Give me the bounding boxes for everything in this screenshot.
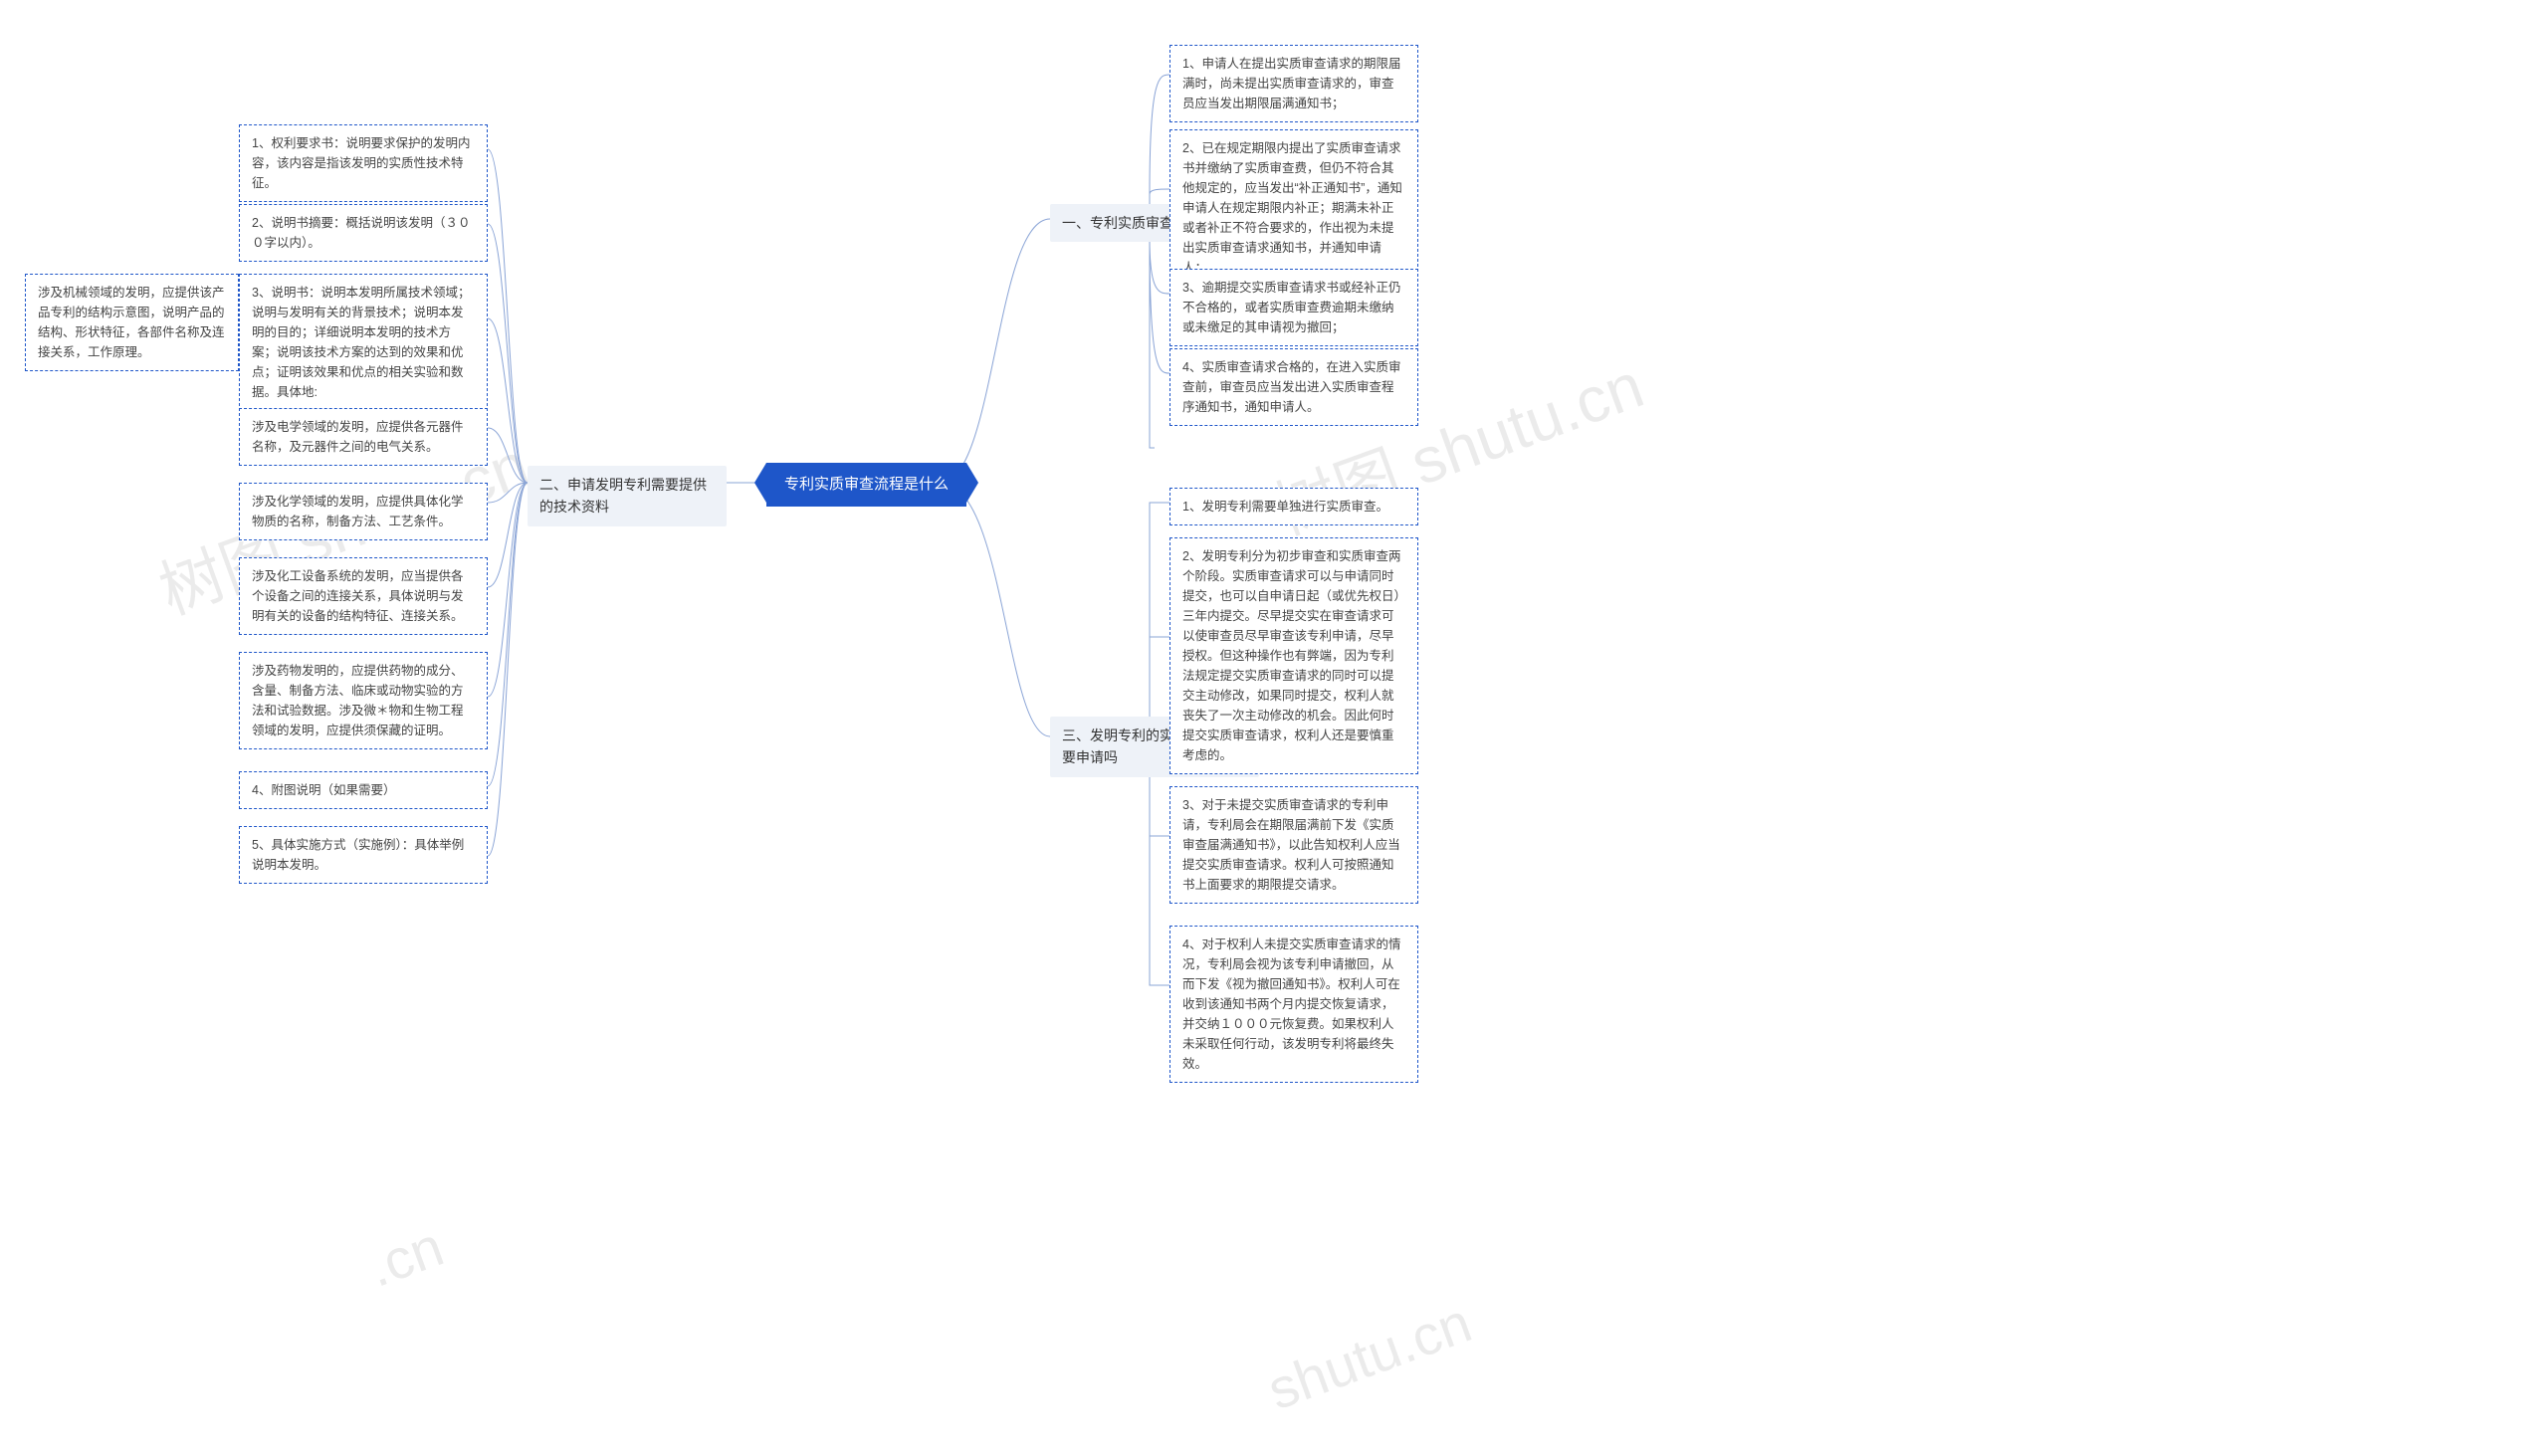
- leaf-text: 4、对于权利人未提交实质审查请求的情况，专利局会视为该专利申请撤回，从而下发《视…: [1182, 937, 1400, 1071]
- leaf-text: 涉及化工设备系统的发明，应当提供各个设备之间的连接关系，具体说明与发明有关的设备…: [252, 569, 464, 623]
- leaf-b2-3[interactable]: 3、说明书：说明本发明所属技术领域；说明与发明有关的背景技术；说明本发明的目的；…: [239, 274, 488, 411]
- leaf-b2-3a[interactable]: 涉及机械领域的发明，应提供该产品专利的结构示意图，说明产品的结构、形状特征，各部…: [25, 274, 239, 371]
- leaf-text: 涉及电学领域的发明，应提供各元器件名称，及元器件之间的电气关系。: [252, 420, 464, 454]
- leaf-text: 3、对于未提交实质审查请求的专利申请，专利局会在期限届满前下发《实质审查届满通知…: [1182, 798, 1400, 892]
- leaf-text: 1、申请人在提出实质审查请求的期限届满时，尚未提出实质审查请求的，审查员应当发出…: [1182, 57, 1400, 110]
- leaf-text: 涉及机械领域的发明，应提供该产品专利的结构示意图，说明产品的结构、形状特征，各部…: [38, 286, 225, 359]
- leaf-b1-4[interactable]: 4、实质审查请求合格的，在进入实质审查前，审查员应当发出进入实质审查程序通知书，…: [1169, 348, 1418, 426]
- leaf-b1-1[interactable]: 1、申请人在提出实质审查请求的期限届满时，尚未提出实质审查请求的，审查员应当发出…: [1169, 45, 1418, 122]
- leaf-b3-3[interactable]: 3、对于未提交实质审查请求的专利申请，专利局会在期限届满前下发《实质审查届满通知…: [1169, 786, 1418, 904]
- leaf-b3-4[interactable]: 4、对于权利人未提交实质审查请求的情况，专利局会视为该专利申请撤回，从而下发《视…: [1169, 926, 1418, 1083]
- leaf-b2-4[interactable]: 4、附图说明（如果需要）: [239, 771, 488, 809]
- leaf-text: 1、权利要求书：说明要求保护的发明内容，该内容是指该发明的实质性技术特征。: [252, 136, 470, 190]
- watermark: shutu.cn: [1259, 1290, 1479, 1422]
- leaf-text: 涉及化学领域的发明，应提供具体化学物质的名称，制备方法、工艺条件。: [252, 495, 464, 528]
- branch-2-label: 二、申请发明专利需要提供的技术资料: [539, 477, 707, 515]
- leaf-text: 1、发明专利需要单独进行实质审查。: [1182, 500, 1388, 514]
- root-label: 专利实质审查流程是什么: [784, 476, 949, 493]
- leaf-text: 5、具体实施方式（实施例）：具体举例说明本发明。: [252, 838, 464, 872]
- root-node[interactable]: 专利实质审查流程是什么: [766, 463, 966, 507]
- leaf-text: 4、实质审查请求合格的，在进入实质审查前，审查员应当发出进入实质审查程序通知书，…: [1182, 360, 1400, 414]
- branch-2[interactable]: 二、申请发明专利需要提供的技术资料: [528, 466, 727, 526]
- leaf-b2-3e[interactable]: 涉及药物发明的，应提供药物的成分、含量、制备方法、临床或动物实验的方法和试验数据…: [239, 652, 488, 749]
- leaf-b2-1[interactable]: 1、权利要求书：说明要求保护的发明内容，该内容是指该发明的实质性技术特征。: [239, 124, 488, 202]
- leaf-b2-5[interactable]: 5、具体实施方式（实施例）：具体举例说明本发明。: [239, 826, 488, 884]
- leaf-text: 2、发明专利分为初步审查和实质审查两个阶段。实质审查请求可以与申请同时提交，也可…: [1182, 549, 1400, 762]
- leaf-b2-2[interactable]: 2、说明书摘要：概括说明该发明（３００字以内）。: [239, 204, 488, 262]
- watermark: .cn: [359, 1213, 451, 1300]
- leaf-text: 3、说明书：说明本发明所属技术领域；说明与发明有关的背景技术；说明本发明的目的；…: [252, 286, 470, 399]
- leaf-b2-3d[interactable]: 涉及化工设备系统的发明，应当提供各个设备之间的连接关系，具体说明与发明有关的设备…: [239, 557, 488, 635]
- leaf-b3-1[interactable]: 1、发明专利需要单独进行实质审查。: [1169, 488, 1418, 525]
- leaf-text: 2、说明书摘要：概括说明该发明（３００字以内）。: [252, 216, 470, 250]
- leaf-text: 涉及药物发明的，应提供药物的成分、含量、制备方法、临床或动物实验的方法和试验数据…: [252, 664, 464, 737]
- leaf-text: 3、逾期提交实质审查请求书或经补正仍不合格的，或者实质审查费逾期未缴纳或未缴足的…: [1182, 281, 1400, 334]
- leaf-text: 2、已在规定期限内提出了实质审查请求书并缴纳了实质审查费，但仍不符合其他规定的，…: [1182, 141, 1402, 275]
- leaf-b1-3[interactable]: 3、逾期提交实质审查请求书或经补正仍不合格的，或者实质审查费逾期未缴纳或未缴足的…: [1169, 269, 1418, 346]
- leaf-b1-2[interactable]: 2、已在规定期限内提出了实质审查请求书并缴纳了实质审查费，但仍不符合其他规定的，…: [1169, 129, 1418, 287]
- leaf-b2-3c[interactable]: 涉及化学领域的发明，应提供具体化学物质的名称，制备方法、工艺条件。: [239, 483, 488, 540]
- leaf-b3-2[interactable]: 2、发明专利分为初步审查和实质审查两个阶段。实质审查请求可以与申请同时提交，也可…: [1169, 537, 1418, 774]
- leaf-b2-3b[interactable]: 涉及电学领域的发明，应提供各元器件名称，及元器件之间的电气关系。: [239, 408, 488, 466]
- leaf-text: 4、附图说明（如果需要）: [252, 783, 395, 797]
